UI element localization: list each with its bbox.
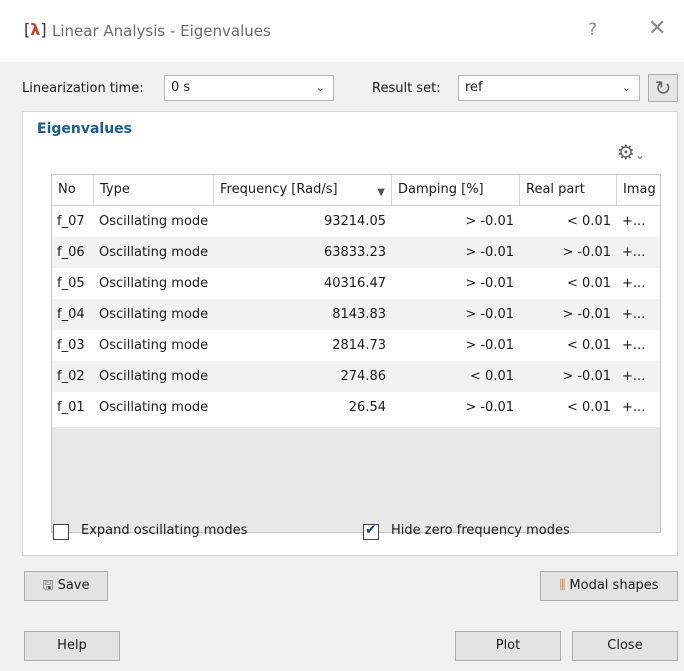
cell-imag: +... bbox=[622, 400, 646, 415]
cell-damping: < 0.01 bbox=[470, 369, 514, 384]
cell-real-part: > -0.01 bbox=[562, 369, 611, 384]
help-icon[interactable]: ? bbox=[588, 20, 597, 40]
close-button[interactable]: Close bbox=[572, 631, 678, 661]
table-row[interactable]: f_02 Oscillating mode 274.86 < 0.01 > -0.01 +… bbox=[52, 361, 660, 392]
save-button[interactable]: 🖫 Save bbox=[24, 571, 108, 601]
cell-no: f_01 bbox=[57, 400, 85, 415]
cell-damping: > -0.01 bbox=[465, 307, 514, 322]
cell-no: f_04 bbox=[57, 307, 85, 322]
lambda-app-icon: [λ] bbox=[24, 20, 47, 39]
cell-type: Oscillating mode bbox=[99, 338, 209, 353]
cell-no: f_07 bbox=[57, 214, 85, 229]
chevron-down-icon: ⌄ bbox=[621, 81, 631, 94]
cell-damping: > -0.01 bbox=[465, 400, 514, 415]
cell-imag: +... bbox=[622, 276, 646, 291]
result-set-select[interactable]: ref ⌄ bbox=[458, 75, 640, 101]
cell-real-part: < 0.01 bbox=[567, 400, 611, 415]
cell-real-part: < 0.01 bbox=[567, 276, 611, 291]
cell-frequency: 93214.05 bbox=[323, 214, 386, 229]
table-row[interactable]: f_01 Oscillating mode 26.54 > -0.01 < 0.01 +.… bbox=[52, 392, 660, 423]
column-header-no[interactable]: No bbox=[52, 175, 94, 205]
modal-shapes-button[interactable]: ⫼ Modal shapes bbox=[540, 571, 678, 601]
result-set-label: Result set: bbox=[372, 81, 441, 96]
cell-type: Oscillating mode bbox=[99, 307, 209, 322]
close-icon[interactable]: ✕ bbox=[648, 16, 666, 41]
cell-frequency: 8143.83 bbox=[332, 307, 386, 322]
eigenvalues-table[interactable]: No Type Frequency [Rad/s] ▼ Damping [%] … bbox=[51, 174, 661, 533]
cell-frequency: 26.54 bbox=[348, 400, 386, 415]
column-header-damping[interactable]: Damping [%] bbox=[392, 175, 520, 205]
cell-type: Oscillating mode bbox=[99, 369, 209, 384]
cell-type: Oscillating mode bbox=[99, 400, 209, 415]
column-header-frequency-label: Frequency [Rad/s] bbox=[220, 182, 338, 197]
cell-imag: +... bbox=[622, 245, 646, 260]
cell-imag: +... bbox=[622, 214, 646, 229]
cell-frequency: 274.86 bbox=[340, 369, 387, 384]
linearization-time-label: Linearization time: bbox=[22, 81, 144, 96]
save-button-label: Save bbox=[57, 578, 90, 593]
cell-type: Oscillating mode bbox=[99, 214, 209, 229]
cell-damping: > -0.01 bbox=[465, 214, 514, 229]
table-row[interactable]: f_04 Oscillating mode 8143.83 > -0.01 > -0.0… bbox=[52, 299, 660, 330]
cell-imag: +... bbox=[622, 369, 646, 384]
table-row[interactable]: f_06 Oscillating mode 63833.23 > -0.01 > -0.… bbox=[52, 237, 660, 268]
cell-type: Oscillating mode bbox=[99, 245, 209, 260]
column-header-real-part[interactable]: Real part bbox=[520, 175, 617, 205]
cell-frequency: 40316.47 bbox=[323, 276, 386, 291]
title-bar: [λ] Linear Analysis - Eigenvalues ? ✕ bbox=[0, 0, 684, 62]
table-header: No Type Frequency [Rad/s] ▼ Damping [%] … bbox=[52, 175, 660, 206]
table-row[interactable]: f_07 Oscillating mode 93214.05 > -0.01 < 0.0… bbox=[52, 206, 660, 237]
cell-imag: +... bbox=[622, 307, 646, 322]
chevron-down-icon: ⌄ bbox=[315, 81, 325, 94]
table-row[interactable]: f_03 Oscillating mode 2814.73 > -0.01 < 0.01… bbox=[52, 330, 660, 361]
expand-oscillating-modes-checkbox[interactable] bbox=[53, 524, 69, 540]
cell-frequency: 2814.73 bbox=[332, 338, 386, 353]
modal-shapes-button-label: Modal shapes bbox=[569, 578, 659, 593]
refresh-button[interactable]: ↻ bbox=[648, 74, 678, 102]
table-row-spacer bbox=[52, 423, 660, 427]
linearization-time-value: 0 s bbox=[171, 80, 191, 95]
modal-shapes-icon: ⫼ bbox=[559, 578, 566, 593]
cell-real-part: < 0.01 bbox=[567, 214, 611, 229]
result-set-value: ref bbox=[465, 80, 483, 95]
eigenvalues-panel: Eigenvalues ⚙⌄ No Type Frequency [Rad/s]… bbox=[22, 111, 678, 556]
hide-zero-frequency-checkbox[interactable] bbox=[363, 522, 379, 540]
linearization-time-select[interactable]: 0 s ⌄ bbox=[164, 75, 334, 101]
plot-button[interactable]: Plot bbox=[455, 631, 561, 661]
cell-damping: > -0.01 bbox=[465, 245, 514, 260]
cell-damping: > -0.01 bbox=[465, 276, 514, 291]
cell-frequency: 63833.23 bbox=[323, 245, 386, 260]
save-icon: 🖫 bbox=[42, 578, 54, 593]
window-title: Linear Analysis - Eigenvalues bbox=[52, 22, 271, 40]
help-button[interactable]: Help bbox=[24, 631, 120, 661]
cell-no: f_05 bbox=[57, 276, 85, 291]
column-header-imag[interactable]: Imag bbox=[617, 175, 660, 205]
cell-imag: +... bbox=[622, 338, 646, 353]
cell-no: f_03 bbox=[57, 338, 85, 353]
cell-no: f_06 bbox=[57, 245, 85, 260]
cell-damping: > -0.01 bbox=[465, 338, 514, 353]
gear-icon[interactable]: ⚙⌄ bbox=[617, 140, 645, 164]
cell-real-part: > -0.01 bbox=[562, 245, 611, 260]
cell-real-part: < 0.01 bbox=[567, 338, 611, 353]
column-header-type[interactable]: Type bbox=[94, 175, 214, 205]
cell-real-part: > -0.01 bbox=[562, 307, 611, 322]
eigenvalues-title: Eigenvalues bbox=[37, 121, 133, 137]
refresh-icon: ↻ bbox=[654, 76, 672, 100]
column-header-frequency[interactable]: Frequency [Rad/s] ▼ bbox=[214, 175, 392, 205]
expand-oscillating-modes-label: Expand oscillating modes bbox=[81, 523, 248, 538]
hide-zero-frequency-label: Hide zero frequency modes bbox=[391, 523, 570, 538]
table-row[interactable]: f_05 Oscillating mode 40316.47 > -0.01 < 0.0… bbox=[52, 268, 660, 299]
sort-icon: ▼ bbox=[377, 187, 385, 198]
cell-type: Oscillating mode bbox=[99, 276, 209, 291]
cell-no: f_02 bbox=[57, 369, 85, 384]
